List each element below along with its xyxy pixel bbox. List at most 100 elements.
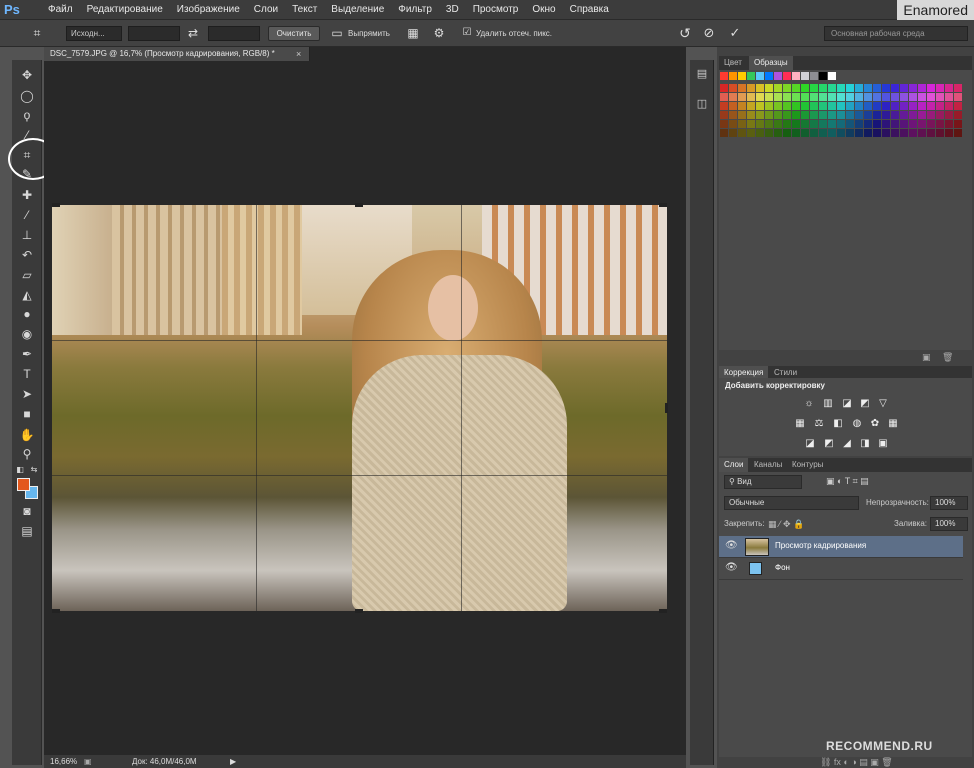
color-swatch[interactable] [864, 111, 872, 119]
color-swatch[interactable] [954, 120, 962, 128]
menu-filter[interactable]: Фильтр [398, 0, 432, 20]
menu-image[interactable]: Изображение [177, 0, 240, 20]
width-input[interactable] [128, 26, 180, 41]
color-swatch[interactable] [819, 111, 827, 119]
color-swatch[interactable] [756, 129, 764, 137]
color-swatch[interactable] [945, 129, 953, 137]
color-swatch[interactable] [774, 84, 782, 92]
color-swatch[interactable] [945, 120, 953, 128]
color-swatch[interactable] [828, 72, 836, 80]
color-swatch[interactable] [819, 129, 827, 137]
rectangle-icon[interactable]: ■ [17, 405, 37, 423]
menu-3d[interactable]: 3D [446, 0, 459, 20]
color-swatch[interactable] [729, 93, 737, 101]
visibility-eye-icon[interactable]: 👁 [725, 540, 738, 551]
color-swatch[interactable] [837, 120, 845, 128]
color-swatch[interactable] [936, 84, 944, 92]
color-swatch[interactable] [855, 129, 863, 137]
color-swatch[interactable] [864, 84, 872, 92]
color-swatch[interactable] [783, 111, 791, 119]
color-swatch[interactable] [810, 102, 818, 110]
crop-handle[interactable] [665, 403, 668, 413]
color-swatch[interactable] [810, 111, 818, 119]
tab-swatches[interactable]: Образцы [749, 56, 793, 70]
color-swatch[interactable] [855, 84, 863, 92]
color-swatch[interactable] [747, 84, 755, 92]
reset-icon[interactable]: ↺ [676, 24, 694, 42]
color-swatch[interactable] [774, 102, 782, 110]
color-swatch[interactable] [864, 120, 872, 128]
crop-handle[interactable] [52, 609, 60, 613]
color-swatch[interactable] [765, 93, 773, 101]
color-swatch[interactable] [891, 120, 899, 128]
color-swatch[interactable] [720, 102, 728, 110]
color-swatch[interactable] [954, 129, 962, 137]
color-swatch[interactable] [783, 129, 791, 137]
color-swatch[interactable] [882, 102, 890, 110]
color-swatch[interactable] [828, 93, 836, 101]
color-swatch[interactable] [774, 111, 782, 119]
color-swatch[interactable] [720, 111, 728, 119]
color-swatch[interactable] [855, 120, 863, 128]
color-swatch[interactable] [720, 72, 728, 80]
color-swatch[interactable] [900, 84, 908, 92]
color-swatch[interactable] [756, 120, 764, 128]
delete-swatch-icon[interactable]: 🗑 [942, 352, 953, 363]
color-swatch[interactable] [846, 84, 854, 92]
color-swatch[interactable] [891, 93, 899, 101]
color-swatch[interactable] [801, 120, 809, 128]
foreground-color-swatch[interactable] [17, 478, 30, 491]
color-swatch[interactable] [819, 93, 827, 101]
color-swatch[interactable] [729, 102, 737, 110]
visibility-eye-icon[interactable]: 👁 [725, 562, 738, 573]
channel-mixer-icon[interactable]: ✿ [868, 418, 882, 430]
color-swatch[interactable] [729, 111, 737, 119]
dodge-icon[interactable]: ◉ [17, 325, 37, 343]
posterize-icon[interactable]: ◩ [822, 438, 836, 450]
color-swatch[interactable] [783, 72, 791, 80]
hand-icon[interactable]: ✋ [17, 426, 37, 444]
color-swatch[interactable] [729, 120, 737, 128]
commit-check-icon[interactable]: ✓ [726, 24, 744, 42]
color-swatch[interactable] [909, 102, 917, 110]
color-swatch[interactable] [864, 93, 872, 101]
swap-dimensions-icon[interactable]: ⇄ [184, 24, 202, 42]
color-swatch[interactable] [801, 111, 809, 119]
color-swatch[interactable] [801, 72, 809, 80]
color-swatch[interactable] [927, 93, 935, 101]
color-swatch[interactable] [945, 84, 953, 92]
color-swatch[interactable] [792, 102, 800, 110]
status-arrow-icon[interactable]: ▶ [230, 755, 236, 768]
blend-mode-select[interactable]: Обычные [724, 496, 859, 510]
color-swatch[interactable] [954, 84, 962, 92]
color-swatch[interactable] [945, 93, 953, 101]
color-swatch[interactable] [747, 93, 755, 101]
image-canvas[interactable] [52, 205, 667, 611]
color-swatch[interactable] [828, 120, 836, 128]
color-swatch[interactable] [855, 93, 863, 101]
paint-bucket-icon[interactable]: ◭ [17, 286, 37, 304]
color-swatch[interactable] [765, 129, 773, 137]
color-swatch[interactable] [747, 102, 755, 110]
color-swatch[interactable] [747, 111, 755, 119]
color-swatch[interactable] [891, 111, 899, 119]
color-swatch[interactable] [783, 120, 791, 128]
menu-select[interactable]: Выделение [331, 0, 384, 20]
straighten-button[interactable]: Выпрямить [348, 26, 390, 41]
color-swatch[interactable] [936, 120, 944, 128]
color-swatch[interactable] [738, 129, 746, 137]
color-swatch[interactable] [801, 84, 809, 92]
color-swatch[interactable] [927, 120, 935, 128]
path-select-icon[interactable]: ➤ [17, 385, 37, 403]
blur-icon[interactable]: ● [17, 305, 37, 323]
menu-edit[interactable]: Редактирование [87, 0, 163, 20]
tab-channels[interactable]: Каналы [749, 458, 787, 472]
crop-handle[interactable] [355, 203, 363, 207]
menu-help[interactable]: Справка [570, 0, 609, 20]
workspace-select[interactable]: Основная рабочая среда [824, 26, 968, 41]
properties-panel-icon[interactable]: ◫ [693, 96, 711, 112]
settings-gear-icon[interactable]: ⚙ [430, 24, 448, 42]
color-swatch[interactable] [720, 120, 728, 128]
color-swatch[interactable] [765, 102, 773, 110]
move-icon[interactable]: ✥ [17, 66, 37, 84]
